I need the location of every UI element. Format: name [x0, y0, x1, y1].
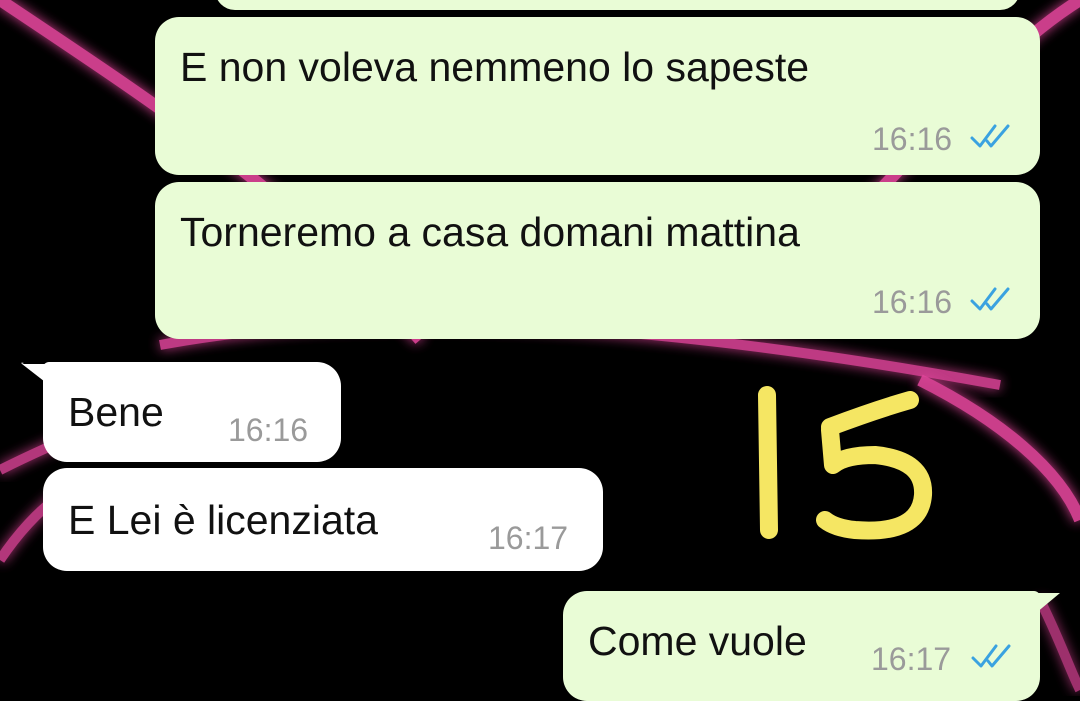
- message-bubble-outgoing[interactable]: [215, 0, 1020, 10]
- handwritten-number-15: [758, 386, 933, 540]
- message-text: E Lei è licenziata: [68, 497, 378, 543]
- double-check-icon: [970, 287, 1010, 311]
- message-bubble-incoming[interactable]: Bene 16:16: [43, 362, 341, 462]
- message-time: 16:17: [488, 520, 569, 556]
- double-check-icon: [971, 644, 1011, 668]
- message-text: Bene: [68, 389, 164, 435]
- message-text: E non voleva nemmeno lo sapeste: [180, 44, 810, 90]
- message-time: 16:16: [872, 284, 953, 320]
- message-bubble-outgoing[interactable]: E non voleva nemmeno lo sapeste 16:16: [155, 17, 1040, 175]
- double-check-icon: [970, 124, 1010, 148]
- message-time: 16:16: [228, 412, 309, 448]
- message-text: Torneremo a casa domani mattina: [180, 209, 800, 255]
- message-bubble-outgoing[interactable]: Come vuole 16:17: [563, 591, 1040, 701]
- message-time: 16:17: [871, 641, 952, 677]
- message-text: Come vuole: [588, 618, 807, 664]
- message-bubble-incoming[interactable]: E Lei è licenziata 16:17: [43, 468, 603, 571]
- message-bubble-outgoing[interactable]: Torneremo a casa domani mattina 16:16: [155, 182, 1040, 339]
- message-time: 16:16: [872, 121, 953, 157]
